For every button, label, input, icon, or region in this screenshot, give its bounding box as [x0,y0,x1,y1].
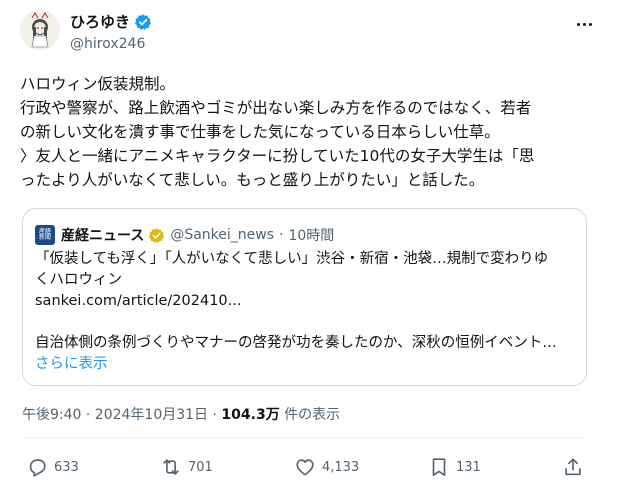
divider [22,437,587,438]
like-count: 4,133 [322,459,360,475]
sankei-logo: 産経新聞 [35,225,55,245]
quoted-author-name[interactable]: 産経ニュース [61,225,144,245]
views-label: 件の表示 [279,407,341,423]
share-button[interactable] [562,452,584,482]
tweet-text-line: 〉友人と一緒にアニメキャラクターに扮していた10代の女子大学生は「思 [20,147,535,165]
like-icon [296,459,314,476]
sankei-logo-text: 産経新聞 [38,228,51,241]
avatar[interactable] [20,10,60,50]
reply-button[interactable]: 633 [26,452,79,482]
quoted-time: 10時間 [288,228,335,244]
meta-separator: · [279,227,284,243]
action-bar: 633 701 4,133 131 [22,452,587,482]
quoted-link[interactable]: sankei.com/article/202410... [35,291,580,312]
view-count: 104.3万 [221,407,280,423]
quoted-text-line: くハロウィン [35,272,122,288]
like-button[interactable]: 4,133 [294,452,359,482]
tweet-text-line: 行政や警察が、路上飲酒やゴミが出ない楽しみ方を作るのではなく、若者 [20,99,532,117]
quoted-author-handle[interactable]: @Sankei_news [170,227,274,243]
quoted-tweet-header: 産経新聞 産経ニュース @Sankei_news · 10時間 [35,225,334,245]
bookmark-count: 131 [456,459,481,475]
quoted-tweet[interactable]: 産経新聞 産経ニュース @Sankei_news · 10時間 「仮装しても浮く… [22,208,587,386]
quoted-text-line: 自治体側の条例づくりやマナーの啓発が功を奏したのか、深秋の恒例イベント… [35,335,557,351]
quoted-text-line: 「仮装しても浮く」「人がいなくて悲しい」渋谷・新宿・池袋…規制で変わりゆ [35,251,549,267]
author-handle[interactable]: @hirox246 [70,34,152,54]
share-icon [565,458,581,476]
author-display-name[interactable]: ひろゆき [70,12,130,32]
repost-count: 701 [188,459,213,475]
tweet-text-line: ハロウィン仮装規制。 [20,75,176,93]
display-name-row: ひろゆき [70,12,152,32]
tweet-text: ハロウィン仮装規制。 行政や警察が、路上飲酒やゴミが出ない楽しみ方を作るのではな… [20,72,605,192]
tweet: ひろゆき @hirox246 ハロウィン仮装規制。 行政や警察が、路上飲酒やゴミ… [0,0,620,497]
time-date[interactable]: 午後9:40 · 2024年10月31日 · [22,407,221,423]
avatar-illustration [20,10,60,50]
more-icon[interactable] [572,14,596,34]
repost-icon [163,459,179,475]
show-more-link[interactable]: さらに表示 [35,354,580,375]
author-names: ひろゆき @hirox246 [70,12,152,54]
tweet-timestamp: 午後9:40 · 2024年10月31日 · 104.3万 件の表示 [22,404,340,424]
tweet-text-line: の新しい文化を潰す事で仕事をした気になっている日本らしい仕草。 [20,123,500,141]
verified-icon [148,227,165,244]
bookmark-icon [432,458,446,477]
verified-icon [134,13,152,31]
bookmark-button[interactable]: 131 [428,452,481,482]
tweet-header: ひろゆき @hirox246 [20,10,600,60]
tweet-text-line: ったより人がいなくて悲しい。もっと盛り上がりたい」と話した。 [20,171,485,189]
repost-button[interactable]: 701 [160,452,213,482]
reply-count: 633 [54,459,79,475]
reply-icon [29,459,46,477]
quoted-tweet-text: 「仮装しても浮く」「人がいなくて悲しい」渋谷・新宿・池袋…規制で変わりゆ くハロ… [35,249,580,375]
